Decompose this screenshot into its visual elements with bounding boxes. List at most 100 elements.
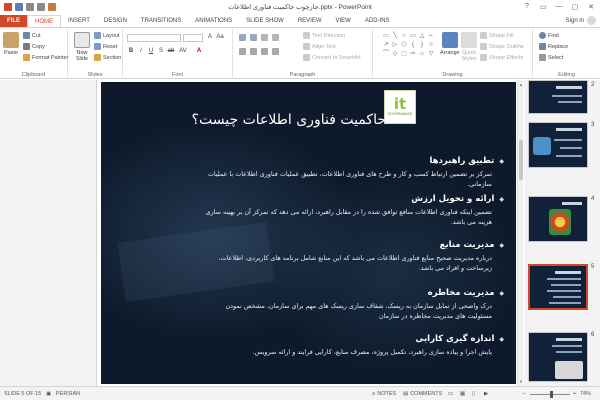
arc-shape-icon[interactable]: ⌒ bbox=[382, 50, 390, 58]
close-button[interactable]: ✕ bbox=[584, 1, 598, 12]
slide-thumbnail[interactable] bbox=[528, 332, 588, 382]
section-button[interactable]: Section bbox=[94, 54, 121, 61]
tab-home[interactable]: HOME bbox=[27, 15, 61, 27]
font-color-button[interactable]: A bbox=[195, 48, 203, 54]
list-item[interactable]: ◆ مدیریت مخاطره درک واضحی از تمایل سازمان… bbox=[204, 288, 504, 321]
notes-button[interactable]: ≡ NOTES bbox=[372, 391, 396, 397]
rectangle-shape-icon[interactable]: ▭ bbox=[382, 32, 390, 40]
tab-add-ins[interactable]: ADD-INS bbox=[358, 15, 397, 27]
shape-effects-button[interactable]: Shape Effects bbox=[480, 54, 523, 61]
increase-indent-icon[interactable] bbox=[272, 34, 279, 41]
select-button[interactable]: Select bbox=[539, 54, 563, 61]
zoom-in-icon[interactable]: + bbox=[573, 391, 576, 397]
slide-thumbnail-selected[interactable] bbox=[528, 264, 588, 310]
tab-transitions[interactable]: TRANSITIONS bbox=[134, 15, 188, 27]
strikethrough-button[interactable]: ab bbox=[167, 48, 175, 54]
zoom-slider-handle[interactable] bbox=[550, 391, 553, 398]
list-item[interactable]: ◆ اندازه گیری کارایی پایش اجرا و پیاده سا… bbox=[204, 334, 504, 357]
minimize-button[interactable]: — bbox=[552, 1, 566, 12]
grow-font-button[interactable]: A bbox=[206, 34, 214, 40]
elbow-connector-icon[interactable]: ⌐ bbox=[427, 32, 435, 40]
diamond-shape-icon[interactable]: ◇ bbox=[391, 50, 399, 58]
tab-file[interactable]: FILE bbox=[0, 15, 27, 27]
quick-styles-button[interactable]: Quick Styles bbox=[460, 32, 478, 62]
chevron-shape-icon[interactable]: ▷ bbox=[391, 41, 399, 49]
flowchart-merge-icon[interactable]: ▽ bbox=[427, 50, 435, 58]
shadow-button[interactable]: S bbox=[157, 48, 165, 54]
align-left-icon[interactable] bbox=[239, 48, 246, 55]
tab-slide-show[interactable]: SLIDE SHOW bbox=[239, 15, 291, 27]
tab-view[interactable]: VIEW bbox=[329, 15, 358, 27]
zoom-level[interactable]: 74% bbox=[580, 391, 591, 397]
shape-outline-button[interactable]: Shape Outline bbox=[480, 43, 524, 50]
slide-canvas[interactable]: it GOVERNANCE حاکمیت فناوری اطلاعات چیست… bbox=[101, 82, 516, 384]
tab-insert[interactable]: INSERT bbox=[61, 15, 97, 27]
char-spacing-button[interactable]: AV bbox=[179, 48, 187, 54]
find-button[interactable]: Find bbox=[539, 32, 559, 39]
oval-shape-icon[interactable]: ○ bbox=[400, 32, 408, 40]
slide-thumbnail[interactable] bbox=[528, 196, 588, 242]
list-item[interactable]: ◆ ارائه و تحویل ارزش تضمین اینکه فناوری ا… bbox=[204, 194, 504, 227]
slideshow-view-icon[interactable]: ▶ bbox=[484, 391, 488, 397]
language-indicator[interactable]: PERSIAN bbox=[56, 391, 80, 397]
block-arrow-icon[interactable]: ⇨ bbox=[409, 50, 417, 58]
align-text-button[interactable]: Align Text bbox=[303, 43, 336, 50]
slide-thumbnail[interactable] bbox=[528, 80, 588, 114]
paste-button[interactable]: Paste bbox=[3, 32, 19, 56]
bold-button[interactable]: B bbox=[127, 48, 135, 54]
scroll-thumb[interactable] bbox=[519, 140, 523, 180]
copy-button[interactable]: Copy bbox=[23, 43, 45, 50]
arrow-line-icon[interactable]: ↗ bbox=[382, 41, 390, 49]
underline-button[interactable]: U bbox=[147, 48, 155, 54]
help-button[interactable]: ? bbox=[520, 1, 534, 12]
select-icon bbox=[539, 54, 546, 61]
change-case-button[interactable]: Aa bbox=[216, 34, 224, 40]
arrange-button[interactable]: Arrange bbox=[440, 32, 460, 56]
shapes-gallery[interactable]: ▭ ╲ ○ ▭ △ ⌐ ↗ ▷ ⬠ { } ☆ ⌒ ◇ ⬚ ⇨ ⌂ ▽ bbox=[382, 32, 434, 60]
font-size-field[interactable] bbox=[183, 34, 203, 42]
triangle-shape-icon[interactable]: △ bbox=[418, 32, 426, 40]
font-name-field[interactable] bbox=[127, 34, 181, 42]
shape-fill-button[interactable]: Shape Fill bbox=[480, 32, 513, 39]
left-brace-icon[interactable]: { bbox=[409, 41, 417, 49]
tab-design[interactable]: DESIGN bbox=[97, 15, 134, 27]
tab-review[interactable]: REVIEW bbox=[291, 15, 329, 27]
decrease-indent-icon[interactable] bbox=[261, 34, 268, 41]
align-center-icon[interactable] bbox=[250, 48, 257, 55]
right-brace-icon[interactable]: } bbox=[418, 41, 426, 49]
pentagon-shape-icon[interactable]: ⬠ bbox=[400, 41, 408, 49]
tab-animations[interactable]: ANIMATIONS bbox=[188, 15, 239, 27]
new-slide-button[interactable]: New Slide bbox=[72, 32, 92, 62]
star-shape-icon[interactable]: ☆ bbox=[427, 41, 435, 49]
frame-shape-icon[interactable]: ⬚ bbox=[400, 50, 408, 58]
maximize-button[interactable]: ▢ bbox=[568, 1, 582, 12]
bullets-icon[interactable] bbox=[239, 34, 246, 41]
reading-view-icon[interactable]: ▯ bbox=[472, 391, 475, 397]
format-painter-button[interactable]: Format Painter bbox=[23, 54, 68, 61]
textbox-shape-icon[interactable]: ▭ bbox=[409, 32, 417, 40]
italic-button[interactable]: I bbox=[137, 48, 145, 54]
cut-button[interactable]: Cut bbox=[23, 32, 41, 39]
list-item[interactable]: ◆ تطبیق راهبردها تمرکز بر تضمین ارتباط کس… bbox=[204, 156, 504, 189]
slide-sorter-icon[interactable]: ▦ bbox=[460, 391, 465, 397]
list-item[interactable]: ◆ مدیریت منابع درباره مدیریت صحیح منابع ف… bbox=[204, 240, 504, 273]
justify-icon[interactable] bbox=[272, 48, 279, 55]
sign-in[interactable]: Sign in bbox=[566, 16, 596, 25]
normal-view-icon[interactable]: ▭ bbox=[448, 391, 453, 397]
layout-button[interactable]: Layout bbox=[94, 32, 120, 39]
align-right-icon[interactable] bbox=[261, 48, 268, 55]
slide-thumbnail[interactable] bbox=[528, 122, 588, 168]
numbering-icon[interactable] bbox=[250, 34, 257, 41]
line-shape-icon[interactable]: ╲ bbox=[391, 32, 399, 40]
text-direction-button[interactable]: Text Direction bbox=[303, 32, 345, 39]
ribbon-display-button[interactable]: ▭ bbox=[536, 1, 550, 12]
reset-button[interactable]: Reset bbox=[94, 43, 117, 50]
house-shape-icon[interactable]: ⌂ bbox=[418, 50, 426, 58]
comments-button[interactable]: ▤ COMMENTS bbox=[403, 391, 442, 397]
spelling-icon[interactable]: ▣ bbox=[46, 391, 51, 397]
convert-smartart-button[interactable]: Convert to SmartArt bbox=[303, 54, 361, 61]
replace-button[interactable]: Replace bbox=[539, 43, 568, 50]
slide-title[interactable]: حاکمیت فناوری اطلاعات چیست؟ bbox=[192, 112, 386, 128]
zoom-out-icon[interactable]: − bbox=[522, 391, 525, 397]
vertical-scrollbar[interactable]: ▲ ▼ bbox=[517, 80, 523, 386]
